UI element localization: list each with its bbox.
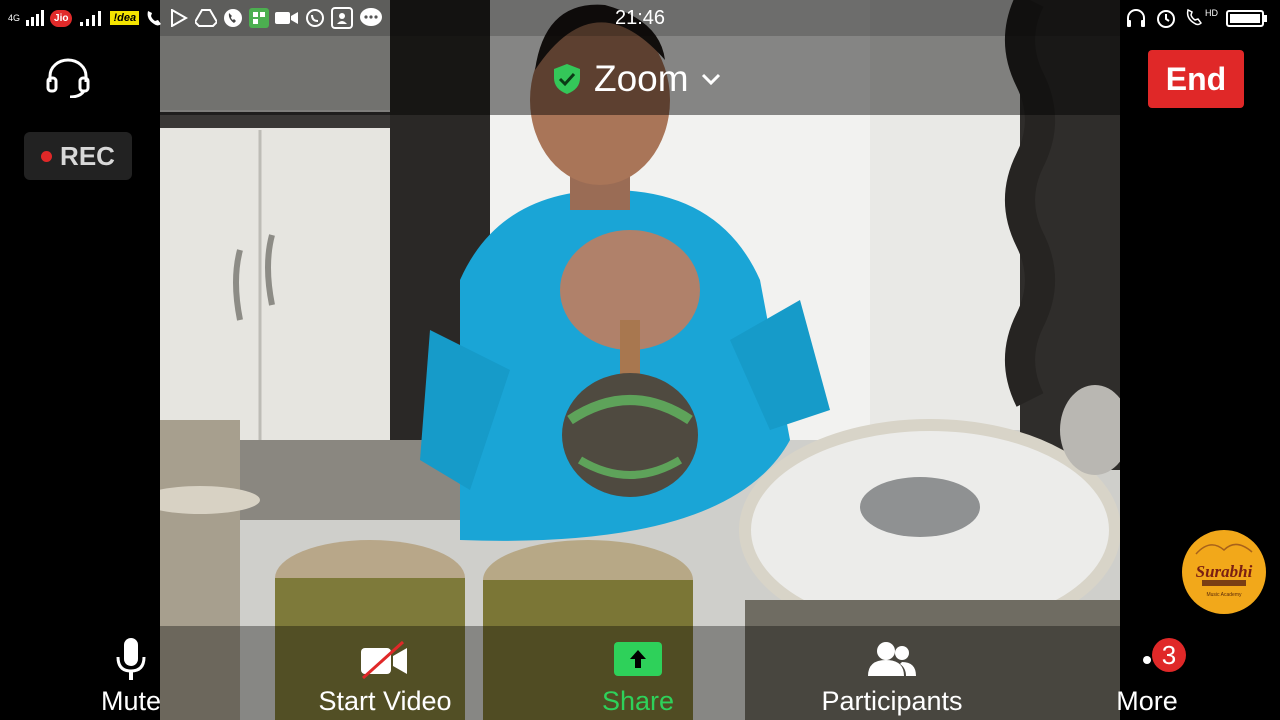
microphone-icon [116,638,146,680]
participants-icon [868,642,916,676]
clock: 21:46 [614,7,666,29]
volte-indicator: HD [1185,8,1218,28]
alarm-icon [1157,10,1175,28]
mute-button[interactable]: Mute [31,634,231,720]
more-button[interactable]: More [1047,634,1247,720]
shield-check-icon [554,64,580,94]
watermark-sub-text: Music Academy [1206,592,1242,598]
hd-label: HD [1205,8,1218,18]
call-hd-icon [1186,8,1202,26]
share-arrow-icon [614,642,662,676]
end-meeting-button[interactable]: End [1148,50,1244,108]
meeting-title: Zoom [594,58,689,99]
audio-button[interactable] [44,58,92,99]
more-notification-badge: 3 [1152,638,1186,672]
share-button[interactable]: Share [538,634,738,720]
watermark-brand-text: Surabhi [1196,562,1253,581]
status-bar: 4G Jio !dea 21:46 HD [0,0,1280,36]
meeting-header: Zoom End [0,36,1280,115]
video-off-icon [361,640,407,680]
battery-icon [1226,10,1267,27]
start-video-label: Start Video [318,686,452,716]
share-label: Share [601,686,675,716]
meeting-title-button[interactable]: Zoom [552,58,721,100]
headset-icon [46,58,90,99]
chevron-down-icon [701,73,720,86]
participants-button[interactable]: Participants [792,634,992,720]
mute-label: Mute [100,686,162,716]
status-right: HD [1125,7,1268,29]
watermark-graphic: Surabhi Music Academy [1183,531,1265,613]
recording-indicator[interactable]: REC [24,132,132,180]
more-label: More [1116,686,1178,716]
recording-label: REC [60,140,115,171]
start-video-button[interactable]: Start Video [285,634,485,720]
recording-dot-icon [41,150,53,162]
meeting-toolbar: Mute Start Video Share Participants More [0,626,1280,720]
headphones-icon [1127,9,1145,27]
brand-watermark-logo: Surabhi Music Academy [1182,530,1266,614]
participants-label: Participants [821,686,963,716]
